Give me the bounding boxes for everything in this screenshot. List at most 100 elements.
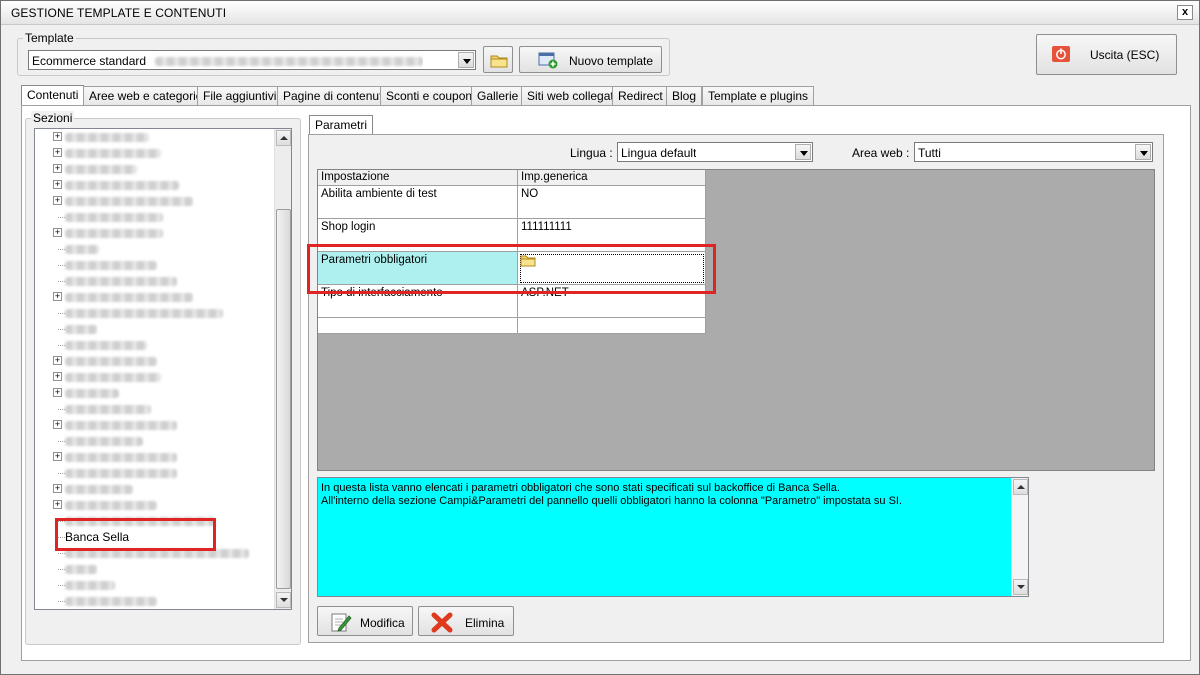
tab-redirect[interactable]: Redirect — [612, 86, 669, 105]
modify-button[interactable]: Modifica — [317, 606, 413, 636]
tab-label: Aree web e categorie — [89, 89, 203, 103]
redacted-item — [65, 485, 133, 494]
tab-file-aggiuntivi[interactable]: File aggiuntivi — [197, 86, 283, 105]
tree-item[interactable]: + — [35, 369, 275, 385]
expand-icon[interactable]: + — [53, 452, 62, 461]
tree-scrollbar[interactable] — [274, 129, 291, 609]
lingua-select[interactable]: Lingua default — [617, 142, 813, 162]
redacted-item — [65, 277, 177, 286]
tab-siti-collegati[interactable]: Siti web collegati — [521, 86, 623, 105]
scroll-down-icon[interactable] — [276, 592, 291, 608]
expand-icon[interactable]: + — [53, 180, 62, 189]
tab-contenuti[interactable]: Contenuti — [21, 85, 85, 106]
redacted-item — [65, 597, 157, 606]
tab-template-plugins[interactable]: Template e plugins — [702, 86, 815, 105]
tree-item[interactable] — [35, 577, 275, 593]
expand-icon[interactable]: + — [53, 148, 62, 157]
exit-label: Uscita (ESC) — [1090, 48, 1160, 62]
tree-item[interactable]: + — [35, 193, 275, 209]
scroll-up-icon[interactable] — [276, 130, 291, 146]
tree-item[interactable] — [35, 561, 275, 577]
tab-pagine-contenuti[interactable]: Pagine di contenuti — [277, 86, 392, 105]
expand-icon[interactable]: + — [53, 196, 62, 205]
tree-item[interactable]: + — [35, 145, 275, 161]
close-button[interactable]: x — [1177, 5, 1193, 20]
tree-item[interactable] — [35, 257, 275, 273]
description-scrollbar[interactable] — [1011, 478, 1028, 596]
tree-item[interactable]: + — [35, 129, 275, 145]
redacted-item — [65, 149, 161, 158]
expand-icon[interactable]: + — [53, 484, 62, 493]
redacted-item — [65, 453, 177, 462]
expand-icon[interactable]: + — [53, 420, 62, 429]
delete-button[interactable]: Elimina — [418, 606, 514, 636]
grid-header-impostazione[interactable]: Impostazione — [318, 170, 518, 186]
new-template-button[interactable]: Nuovo template — [519, 46, 662, 73]
redacted-item — [65, 405, 151, 414]
expand-icon[interactable]: + — [53, 228, 62, 237]
chevron-down-icon[interactable] — [458, 52, 474, 68]
params-grid[interactable]: Impostazione Imp.generica Abilita ambien… — [317, 169, 1155, 471]
area-web-select[interactable]: Tutti — [914, 142, 1153, 162]
expand-icon[interactable]: + — [53, 356, 62, 365]
tree-item[interactable]: + — [35, 177, 275, 193]
tree-item[interactable]: + — [35, 497, 275, 513]
grid-cell-value[interactable]: NO — [518, 186, 706, 219]
expand-icon[interactable]: + — [53, 500, 62, 509]
tree-item[interactable] — [35, 593, 275, 609]
grid-cell-name[interactable]: Abilita ambiente di test — [318, 186, 518, 219]
tree-item[interactable] — [35, 241, 275, 257]
tree-item[interactable] — [35, 321, 275, 337]
tab-blog[interactable]: Blog — [666, 86, 703, 105]
tree-item[interactable]: + — [35, 385, 275, 401]
tree-item[interactable]: + — [35, 481, 275, 497]
tree-item[interactable] — [35, 401, 275, 417]
tree-item[interactable] — [35, 337, 275, 353]
redacted-item — [65, 469, 177, 478]
tree-item[interactable] — [35, 305, 275, 321]
modify-label: Modifica — [360, 616, 405, 630]
expand-icon[interactable]: + — [53, 388, 62, 397]
tree-item[interactable] — [35, 433, 275, 449]
redacted-item — [65, 293, 193, 302]
expand-icon[interactable]: + — [53, 164, 62, 173]
description-box[interactable]: In questa lista vanno elencati i paramet… — [317, 477, 1029, 597]
tab-sconti-coupon[interactable]: Sconti e coupon — [380, 86, 479, 105]
grid-cell-name-new[interactable] — [318, 318, 518, 334]
tree-item[interactable]: + — [35, 225, 275, 241]
template-select[interactable]: Ecommerce standard — [28, 50, 476, 70]
tab-label: File aggiuntivi — [203, 89, 277, 103]
redacted-item — [65, 181, 179, 190]
tab-label: Siti web collegati — [527, 89, 617, 103]
tab-parametri[interactable]: Parametri — [309, 115, 374, 135]
tree-item[interactable]: + — [35, 417, 275, 433]
open-folder-button[interactable] — [483, 46, 513, 73]
area-web-value: Tutti — [918, 146, 941, 160]
expand-icon[interactable]: + — [53, 292, 62, 301]
tree-item[interactable] — [35, 209, 275, 225]
tab-aree-web[interactable]: Aree web e categorie — [83, 86, 209, 105]
expand-icon[interactable]: + — [53, 372, 62, 381]
scroll-down-icon[interactable] — [1013, 579, 1028, 595]
tree-item[interactable]: + — [35, 161, 275, 177]
folder-icon — [490, 55, 508, 68]
grid-cell-value-new[interactable] — [518, 318, 706, 334]
power-icon — [1052, 46, 1070, 62]
exit-button[interactable]: Uscita (ESC) — [1036, 34, 1177, 75]
tab-gallerie[interactable]: Gallerie — [471, 86, 525, 105]
scroll-up-icon[interactable] — [1013, 479, 1028, 495]
redacted-item — [65, 373, 161, 382]
tree-item[interactable]: + — [35, 353, 275, 369]
tree-item[interactable] — [35, 465, 275, 481]
tree-item[interactable]: + — [35, 449, 275, 465]
expand-icon[interactable]: + — [53, 132, 62, 141]
chevron-down-icon[interactable] — [1135, 144, 1151, 160]
tab-label: Contenuti — [27, 88, 79, 102]
chevron-down-icon[interactable] — [795, 144, 811, 160]
redacted-item — [65, 325, 97, 334]
delete-label: Elimina — [465, 616, 505, 630]
tree-item[interactable]: + — [35, 289, 275, 305]
grid-header-imp-generica[interactable]: Imp.generica — [518, 170, 706, 186]
scroll-thumb[interactable] — [276, 209, 291, 589]
tree-item[interactable] — [35, 273, 275, 289]
